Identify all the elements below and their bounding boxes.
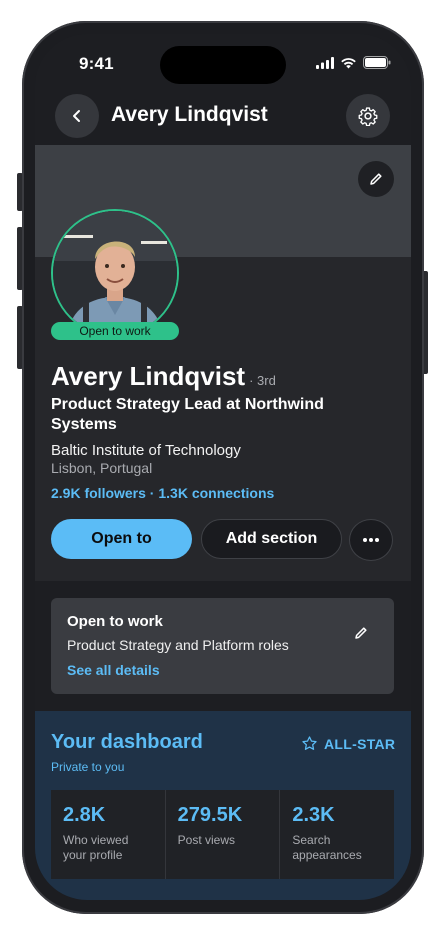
dashboard-stats: 2.8K Who viewed your profile 279.5K Post… bbox=[51, 790, 394, 879]
add-section-button[interactable]: Add section bbox=[201, 519, 342, 559]
signal-icon bbox=[316, 56, 334, 69]
pencil-icon bbox=[370, 173, 382, 185]
back-button[interactable] bbox=[55, 94, 99, 138]
gear-icon bbox=[358, 107, 378, 126]
all-star-badge[interactable]: ALL-STAR bbox=[301, 735, 395, 752]
phone-screen: 9:41 Avery Lindqvist Open to work Avery … bbox=[35, 34, 411, 900]
profile-headline: Product Strategy Lead at Northwind Syste… bbox=[51, 396, 324, 433]
edit-cover-button[interactable] bbox=[358, 161, 394, 197]
more-dots-icon bbox=[363, 538, 379, 542]
dashboard-subtitle: Private to you bbox=[51, 760, 125, 774]
connection-degree: · 3rd bbox=[249, 373, 276, 388]
network-stats-link[interactable]: 2.9K followers · 1.3K connections bbox=[51, 485, 274, 501]
pencil-icon bbox=[355, 627, 367, 639]
open-to-button[interactable]: Open to bbox=[51, 519, 192, 559]
avatar-photo bbox=[53, 211, 177, 335]
status-icons bbox=[316, 56, 391, 69]
stat-profile-viewers[interactable]: 2.8K Who viewed your profile bbox=[51, 790, 165, 879]
profile-location: Lisbon, Portugal bbox=[51, 460, 153, 476]
stat-post-views[interactable]: 279.5K Post views bbox=[164, 790, 280, 879]
profile-name-text: Avery Lindqvist bbox=[51, 361, 246, 391]
open-to-work-card: Open to work Product Strategy and Platfo… bbox=[51, 598, 394, 694]
stat-label: Search appearances bbox=[292, 833, 362, 862]
star-icon bbox=[302, 736, 317, 750]
stat-label: Post views bbox=[177, 833, 236, 847]
stat-value: 2.8K bbox=[63, 804, 106, 826]
all-star-label: ALL-STAR bbox=[324, 735, 396, 752]
open-to-work-title: Open to work bbox=[67, 613, 163, 630]
status-time: 9:41 bbox=[79, 54, 114, 73]
more-button[interactable] bbox=[349, 519, 393, 561]
wifi-icon bbox=[341, 57, 356, 68]
page-title: Avery Lindqvist bbox=[111, 103, 268, 126]
dashboard-section: Your dashboard Private to you ALL-STAR 2… bbox=[35, 711, 411, 900]
profile-school[interactable]: Baltic Institute of Technology bbox=[51, 442, 241, 459]
profile-name: Avery Lindqvist · 3rd bbox=[51, 361, 276, 392]
profile-avatar[interactable] bbox=[51, 209, 179, 337]
stat-label: Who viewed your profile bbox=[63, 833, 129, 862]
battery-icon bbox=[363, 56, 391, 69]
stat-value: 279.5K bbox=[177, 804, 243, 826]
dashboard-title: Your dashboard bbox=[51, 731, 203, 753]
settings-button[interactable] bbox=[346, 94, 390, 138]
open-to-work-roles: Product Strategy and Platform roles bbox=[67, 637, 289, 653]
stat-search-appearances[interactable]: 2.3K Search appearances bbox=[279, 790, 394, 879]
stat-value: 2.3K bbox=[292, 804, 335, 826]
dynamic-island bbox=[160, 46, 286, 84]
see-all-details-link[interactable]: See all details bbox=[67, 662, 160, 678]
back-arrow-icon bbox=[73, 110, 80, 122]
open-to-work-badge: Open to work bbox=[51, 322, 179, 340]
edit-open-to-work-button[interactable] bbox=[350, 622, 372, 644]
